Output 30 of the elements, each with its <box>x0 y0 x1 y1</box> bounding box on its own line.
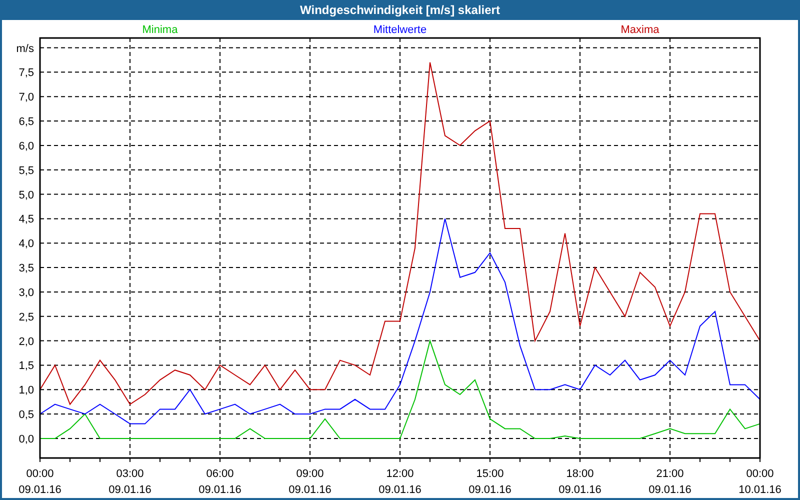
y-tick-label: 4,0 <box>18 238 34 250</box>
y-tick-label: 1,0 <box>18 384 34 397</box>
x-tick-label: 21:00 09.01.16 <box>648 468 692 496</box>
y-tick-label: 5,5 <box>18 164 34 177</box>
y-tick-label: 6,5 <box>18 116 34 128</box>
y-tick-label: 0,5 <box>18 409 34 422</box>
x-tick-label: 00:00 10.01.16 <box>738 468 782 496</box>
legend-label: Maxima <box>620 24 660 36</box>
x-tick-label: 00:00 09.01.16 <box>18 468 62 496</box>
y-tick-label: 1,5 <box>18 360 34 372</box>
y-tick-label: 6,0 <box>18 140 34 152</box>
y-tick-label: 5,0 <box>18 189 34 202</box>
y-tick-label: 4,5 <box>18 214 34 226</box>
axis-unit-label: m/s <box>16 42 34 55</box>
y-tick-label: 0,0 <box>18 433 34 446</box>
x-tick-label: 09:00 09.01.16 <box>288 468 332 496</box>
y-tick-label: 2,5 <box>18 311 34 324</box>
x-tick-label: 18:00 09.01.16 <box>558 468 602 496</box>
x-tick-label: 03:00 09.01.16 <box>108 468 152 496</box>
y-tick-label: 3,5 <box>18 262 34 275</box>
legend-label: Mittelwerte <box>373 24 427 36</box>
y-tick-label: 2,0 <box>18 336 34 348</box>
x-tick-label: 12:00 09.01.16 <box>378 468 422 496</box>
x-tick-label: 15:00 09.01.16 <box>468 468 512 496</box>
legend-label: Minima <box>142 24 178 36</box>
y-tick-label: 7,0 <box>18 92 34 104</box>
y-tick-label: 7,5 <box>18 67 34 80</box>
x-tick-label: 06:00 09.01.16 <box>198 468 242 496</box>
y-tick-label: 3,0 <box>18 286 34 299</box>
window-title: Windgeschwindigkeit [m/s] skaliert <box>2 0 798 20</box>
